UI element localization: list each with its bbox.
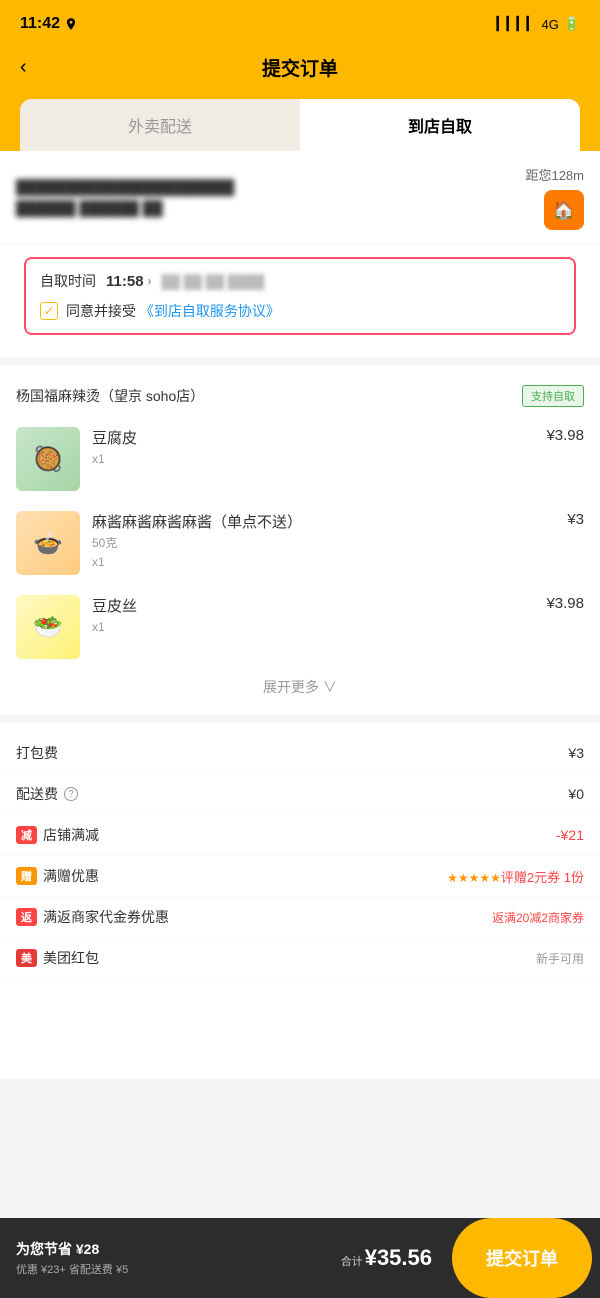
store-icon: 🏠 <box>544 190 584 230</box>
delivery-info-icon[interactable]: ? <box>64 787 78 801</box>
food-name-1: 豆腐皮 <box>92 427 534 448</box>
tab-delivery[interactable]: 外卖配送 <box>20 99 300 151</box>
rating-stars: ★★★★★ <box>447 871 501 885</box>
food-price-3: ¥3.98 <box>546 595 584 612</box>
fee-value-packaging: ¥3 <box>568 745 584 761</box>
store-distance-wrapper: 距您128m 🏠 <box>525 165 584 230</box>
food-qty-3: x1 <box>92 620 534 634</box>
fee-value-delivery: ¥0 <box>568 786 584 802</box>
food-sub-2: 50克 <box>92 534 555 551</box>
restaurant-row: 杨国福麻辣烫（望京 soho店） 支持自取 <box>0 375 600 417</box>
food-price-1: ¥3.98 <box>546 427 584 444</box>
store-address: ██████████████████████ ██████ ██████ ██ <box>16 177 525 219</box>
store-distance: 距您128m <box>525 165 584 184</box>
main-content: ██████████████████████ ██████ ██████ ██ … <box>0 151 600 1079</box>
food-qty-1: x1 <box>92 452 534 466</box>
back-button[interactable]: ‹ <box>20 56 27 79</box>
tab-bar: 外卖配送 到店自取 <box>0 99 600 151</box>
return-badge: 返 <box>16 908 37 926</box>
submit-order-button[interactable]: 提交订单 <box>452 1218 592 1298</box>
food-item-2: 🍲 麻酱麻酱麻酱麻酱（单点不送） 50克 x1 ¥3 <box>0 501 600 585</box>
fee-row-packaging: 打包费 ¥3 <box>0 733 600 774</box>
page-title: 提交订单 <box>262 54 338 81</box>
food-name-3: 豆皮丝 <box>92 595 534 616</box>
fee-value-gift: ★★★★★评赠2元券 1份 <box>447 867 584 886</box>
fee-value-discount: -¥21 <box>556 827 584 843</box>
status-bar: 11:42 ▎▎▎▎ 4G 🔋 <box>0 0 600 44</box>
food-image-1: 🥘 <box>16 427 80 491</box>
pickup-time[interactable]: 11:58 › <box>106 273 152 290</box>
fee-section: 打包费 ¥3 配送费 ? ¥0 减 店铺满减 -¥21 赠 满赠优惠 <box>0 733 600 979</box>
store-address-text: ██████████████████████ ██████ ██████ ██ <box>16 177 525 219</box>
fee-value-redpacket: 新手可用 <box>536 950 584 967</box>
fee-label-gift: 赠 满赠优惠 <box>16 866 99 886</box>
food-qty-2: x1 <box>92 555 555 569</box>
food-item-1: 🥘 豆腐皮 x1 ¥3.98 <box>0 417 600 501</box>
food-name-2: 麻酱麻酱麻酱麻酱（单点不送） <box>92 511 555 532</box>
gift-badge: 赠 <box>16 867 37 885</box>
agreement-checkbox[interactable]: ✓ <box>40 302 58 320</box>
redpacket-badge: 美 <box>16 949 37 967</box>
agreement-link[interactable]: 《到店自取服务协议》 <box>140 303 280 319</box>
discount-badge: 减 <box>16 826 37 844</box>
agreement-row[interactable]: ✓ 同意并接受 《到店自取服务协议》 <box>40 301 560 321</box>
pickup-time-row: 自取时间 11:58 › ██ ██ ██ ████ <box>40 271 560 291</box>
pickup-chevron: › <box>148 274 152 288</box>
expand-button[interactable]: 展开更多 ∨ <box>0 669 600 705</box>
signal-bars: ▎▎▎▎ <box>496 16 536 32</box>
savings-detail: 优惠 ¥23+ 省配送费 ¥5 <box>16 1261 321 1277</box>
network-type: 4G <box>541 17 558 32</box>
bottom-savings: 为您节省 ¥28 优惠 ¥23+ 省配送费 ¥5 <box>16 1239 321 1277</box>
food-image-3: 🥗 <box>16 595 80 659</box>
fee-row-redpacket: 美 美团红包 新手可用 <box>0 938 600 979</box>
fee-row-return: 返 满返商家代金券优惠 返满20减2商家券 <box>0 897 600 938</box>
section-divider-1 <box>0 357 600 365</box>
pickup-label: 自取时间 <box>40 271 96 291</box>
tab-pickup[interactable]: 到店自取 <box>300 99 580 151</box>
status-icons: ▎▎▎▎ 4G 🔋 <box>496 16 580 32</box>
fee-label-packaging: 打包费 <box>16 743 58 763</box>
total-label: 合计 <box>341 1253 363 1269</box>
food-price-2: ¥3 <box>567 511 584 528</box>
pickup-section: 自取时间 11:58 › ██ ██ ██ ████ ✓ 同意并接受 《到店自取… <box>24 257 576 335</box>
savings-main: 为您节省 ¥28 <box>16 1239 321 1259</box>
pickup-time-detail: ██ ██ ██ ████ <box>162 274 265 289</box>
tab-bar-inner: 外卖配送 到店自取 <box>20 99 580 151</box>
page-header: ‹ 提交订单 <box>0 44 600 99</box>
fee-value-return: 返满20减2商家券 <box>492 909 584 926</box>
status-time: 11:42 <box>20 15 78 33</box>
agreement-text: 同意并接受 《到店自取服务协议》 <box>66 301 280 321</box>
food-info-1: 豆腐皮 x1 <box>92 427 534 466</box>
fee-label-delivery: 配送费 ? <box>16 784 78 804</box>
food-info-2: 麻酱麻酱麻酱麻酱（单点不送） 50克 x1 <box>92 511 555 569</box>
food-image-2: 🍲 <box>16 511 80 575</box>
food-info-3: 豆皮丝 x1 <box>92 595 534 634</box>
battery-icon: 🔋 <box>564 16 580 32</box>
support-badge: 支持自取 <box>522 385 584 407</box>
bottom-total: 合计 ¥35.56 <box>321 1245 452 1271</box>
fee-label-redpacket: 美 美团红包 <box>16 948 99 968</box>
bottom-padding <box>0 979 600 1079</box>
restaurant-name: 杨国福麻辣烫（望京 soho店） <box>16 386 204 406</box>
bottom-bar: 为您节省 ¥28 优惠 ¥23+ 省配送费 ¥5 合计 ¥35.56 提交订单 <box>0 1218 600 1298</box>
fee-label-discount: 减 店铺满减 <box>16 825 99 845</box>
fee-row-gift: 赠 满赠优惠 ★★★★★评赠2元券 1份 <box>0 856 600 897</box>
fee-label-return: 返 满返商家代金券优惠 <box>16 907 169 927</box>
section-divider-2 <box>0 715 600 723</box>
fee-row-delivery: 配送费 ? ¥0 <box>0 774 600 815</box>
location-icon <box>64 17 78 31</box>
store-card: ██████████████████████ ██████ ██████ ██ … <box>0 151 600 245</box>
food-item-3: 🥗 豆皮丝 x1 ¥3.98 <box>0 585 600 669</box>
fee-row-discount: 减 店铺满减 -¥21 <box>0 815 600 856</box>
total-amount: ¥35.56 <box>365 1245 432 1271</box>
